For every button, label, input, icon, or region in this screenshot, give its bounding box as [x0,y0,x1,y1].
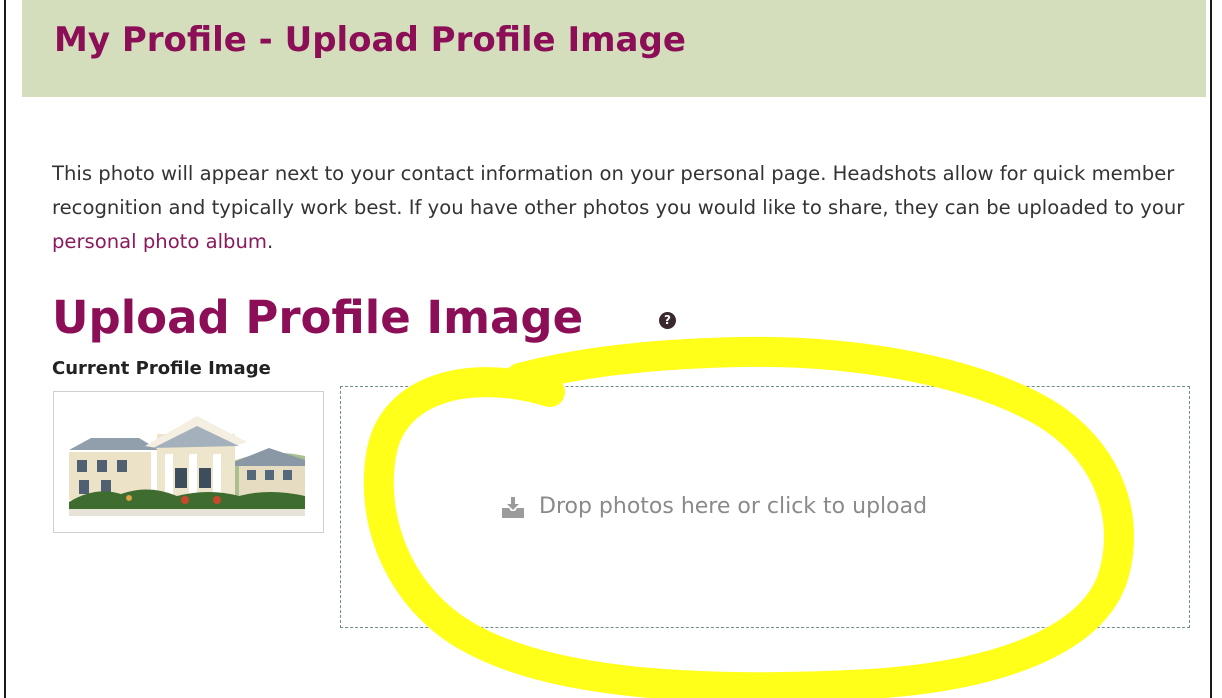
current-profile-image [53,391,324,533]
intro-text: This photo will appear next to your cont… [52,162,1185,219]
upload-section-title: Upload Profile Image [52,291,584,344]
current-profile-image-label: Current Profile Image [52,358,271,379]
dropzone-prompt[interactable]: Drop photos here or click to upload [500,492,927,522]
personal-photo-album-link[interactable]: personal photo album [52,230,267,253]
page-title: My Profile - Upload Profile Image [54,20,686,60]
upload-tray-icon [502,497,524,518]
photo-dropzone[interactable]: Drop photos here or click to upload [340,386,1190,628]
house-photo [69,410,305,516]
intro-paragraph: This photo will appear next to your cont… [52,157,1202,259]
question-circle-icon[interactable]: ? [659,312,676,329]
dropzone-label: Drop photos here or click to upload [539,494,928,519]
intro-text-end: . [266,230,274,253]
page-header: My Profile - Upload Profile Image [22,0,1206,97]
